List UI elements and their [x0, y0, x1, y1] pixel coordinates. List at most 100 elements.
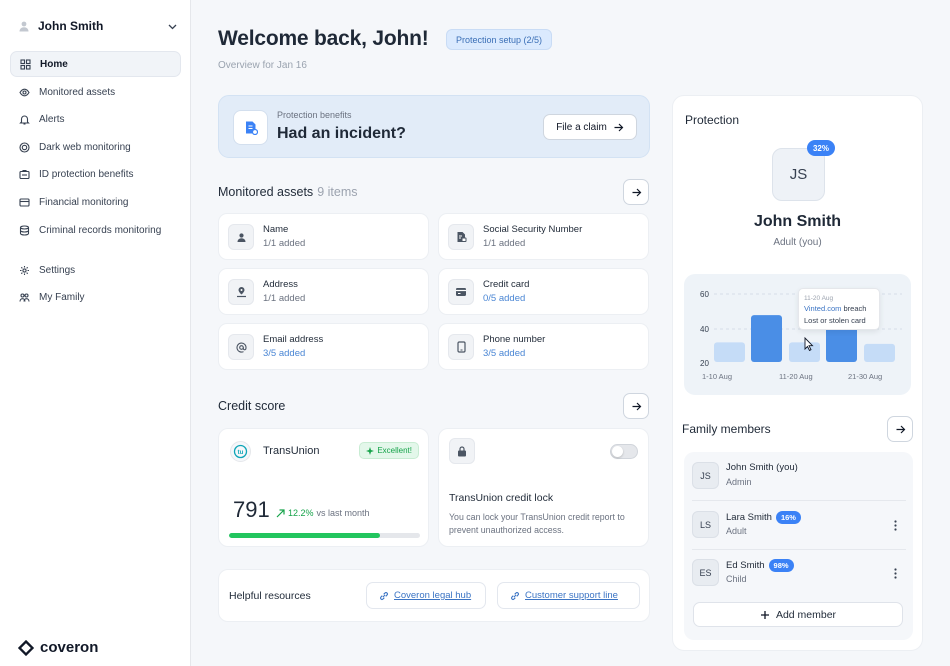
- file-claim-button[interactable]: File a claim: [543, 114, 637, 140]
- family-icon: [19, 292, 30, 303]
- asset-name: Credit card: [483, 279, 530, 290]
- member-percent-badge: 98%: [768, 559, 794, 572]
- sidebar-item-criminal-records-monitoring[interactable]: Criminal records monitoring: [10, 217, 181, 243]
- asset-card-ssn[interactable]: Social Security Number 1/1 added: [438, 213, 649, 260]
- member-initials: LS: [699, 519, 711, 530]
- file-claim-label: File a claim: [556, 121, 607, 133]
- credit-card-icon: [448, 279, 474, 305]
- score-delta-suffix: vs last month: [316, 508, 370, 518]
- list-item[interactable]: ES Ed Smith 98% Child: [692, 549, 906, 597]
- more-vertical-icon[interactable]: [889, 564, 901, 582]
- asset-name: Social Security Number: [483, 224, 583, 235]
- member-role: Admin: [726, 477, 752, 487]
- eye-icon: [19, 87, 30, 98]
- chart-bar[interactable]: [714, 342, 745, 362]
- arrow-right-icon: [895, 424, 906, 435]
- asset-name: Phone number: [483, 334, 546, 345]
- account-switcher[interactable]: John Smith: [18, 16, 178, 36]
- sidebar-item-label: Settings: [39, 264, 76, 276]
- sidebar-item-label: Monitored assets: [39, 86, 116, 98]
- credit-lock-description: You can lock your TransUnion credit repo…: [449, 512, 625, 535]
- legal-hub-label: Coveron legal hub: [394, 590, 472, 601]
- avatar: JS: [692, 462, 719, 489]
- arrow-right-icon: [631, 187, 642, 198]
- account-name: John Smith: [38, 19, 104, 33]
- tooltip-line-2: Lost or stolen card: [804, 316, 866, 325]
- add-member-label: Add member: [775, 608, 837, 621]
- member-name: Lara Smith 16%: [726, 511, 801, 524]
- member-role: Adult: [726, 526, 747, 536]
- sidebar-item-monitored-assets[interactable]: Monitored assets: [10, 79, 181, 105]
- score-delta: 12.2% vs last month: [276, 508, 370, 518]
- avatar: ES: [692, 559, 719, 586]
- member-percent-badge: 16%: [775, 511, 801, 524]
- member-name-text: John Smith (you): [726, 462, 798, 473]
- member-name: Ed Smith 98%: [726, 559, 794, 572]
- id-card-icon: [19, 169, 30, 180]
- protection-setup-badge[interactable]: Protection setup (2/5): [446, 29, 553, 50]
- list-item[interactable]: JS John Smith (you) Admin: [692, 452, 906, 500]
- protection-benefits-card: Protection benefits Had an incident? Fil…: [218, 95, 650, 158]
- chart-bar[interactable]: [864, 343, 895, 362]
- credit-score-open-button[interactable]: [623, 393, 649, 419]
- incident-chart: 60 40 20 1-10 Aug 11-20 Aug 21-30 Aug 11…: [684, 274, 911, 395]
- arrow-right-icon: [613, 122, 624, 133]
- protection-title: Protection: [685, 113, 740, 127]
- sidebar-item-label: Home: [40, 58, 68, 70]
- credit-lock-title: TransUnion credit lock: [449, 492, 554, 504]
- asset-card-credit-card[interactable]: Credit card 0/5 added: [438, 268, 649, 315]
- customer-support-link[interactable]: Customer support line: [497, 582, 640, 609]
- trend-up-icon: [276, 508, 285, 518]
- avatar-initials: JS: [789, 166, 808, 183]
- list-item[interactable]: LS Lara Smith 16% Adult: [692, 501, 906, 549]
- monitored-assets-open-button[interactable]: [623, 179, 649, 205]
- protection-user-role: Adult (you): [773, 237, 822, 248]
- sidebar-item-label: Alerts: [39, 113, 65, 125]
- asset-name: Name: [263, 224, 289, 235]
- monitored-assets-count: 9 items: [317, 185, 358, 199]
- transunion-logo: tu: [230, 441, 251, 462]
- sidebar-item-dark-web-monitoring[interactable]: Dark web monitoring: [10, 134, 181, 160]
- link-icon: [379, 591, 389, 601]
- sidebar-item-id-protection-benefits[interactable]: ID protection benefits: [10, 161, 181, 187]
- asset-name: Email address: [263, 334, 324, 345]
- sidebar-item-label: Dark web monitoring: [39, 141, 131, 153]
- arrow-right-icon: [631, 401, 642, 412]
- asset-card-name[interactable]: Name 1/1 added: [218, 213, 429, 260]
- bureau-name: TransUnion: [263, 445, 320, 457]
- member-initials: JS: [700, 470, 711, 481]
- document-lock-icon: [448, 224, 474, 250]
- y-tick-label: 40: [700, 325, 709, 334]
- more-vertical-icon[interactable]: [889, 516, 901, 534]
- score-delta-value: 12.2%: [288, 508, 314, 518]
- member-name-text: Lara Smith: [726, 512, 772, 523]
- user-icon: [18, 20, 30, 32]
- legal-hub-link[interactable]: Coveron legal hub: [366, 582, 486, 609]
- asset-card-phone[interactable]: Phone number 3/5 added: [438, 323, 649, 370]
- member-role: Child: [726, 574, 747, 584]
- protection-panel: Protection JS 32% John Smith Adult (you)…: [672, 95, 923, 651]
- credit-lock-toggle[interactable]: [610, 444, 638, 459]
- transunion-logo-text: tu: [238, 450, 244, 456]
- transunion-score-card[interactable]: tu TransUnion Excellent! 791 12.2% vs la…: [218, 428, 429, 547]
- monitored-assets-heading: Monitored assets 9 items: [218, 185, 357, 199]
- sidebar-item-home[interactable]: Home: [10, 51, 181, 77]
- y-tick-label: 20: [700, 359, 709, 368]
- family-members-open-button[interactable]: [887, 416, 913, 442]
- asset-status: 3/5 added: [263, 348, 306, 359]
- chart-bar[interactable]: [789, 342, 820, 362]
- sidebar-item-settings[interactable]: Settings: [10, 257, 181, 283]
- sidebar-item-my-family[interactable]: My Family: [10, 284, 181, 310]
- tooltip-link: Vinted.com: [804, 304, 842, 313]
- sidebar-item-financial-monitoring[interactable]: Financial monitoring: [10, 189, 181, 215]
- sidebar-item-alerts[interactable]: Alerts: [10, 106, 181, 132]
- add-member-button[interactable]: Add member: [693, 602, 903, 627]
- monitored-assets-title: Monitored assets: [218, 185, 314, 199]
- chart-bar[interactable]: [751, 315, 782, 362]
- asset-card-email[interactable]: Email address 3/5 added: [218, 323, 429, 370]
- asset-status: 3/5 added: [483, 348, 526, 359]
- asset-status: 1/1 added: [483, 238, 526, 249]
- asset-card-address[interactable]: Address 1/1 added: [218, 268, 429, 315]
- sparkle-icon: [366, 446, 375, 455]
- at-icon: [228, 334, 254, 360]
